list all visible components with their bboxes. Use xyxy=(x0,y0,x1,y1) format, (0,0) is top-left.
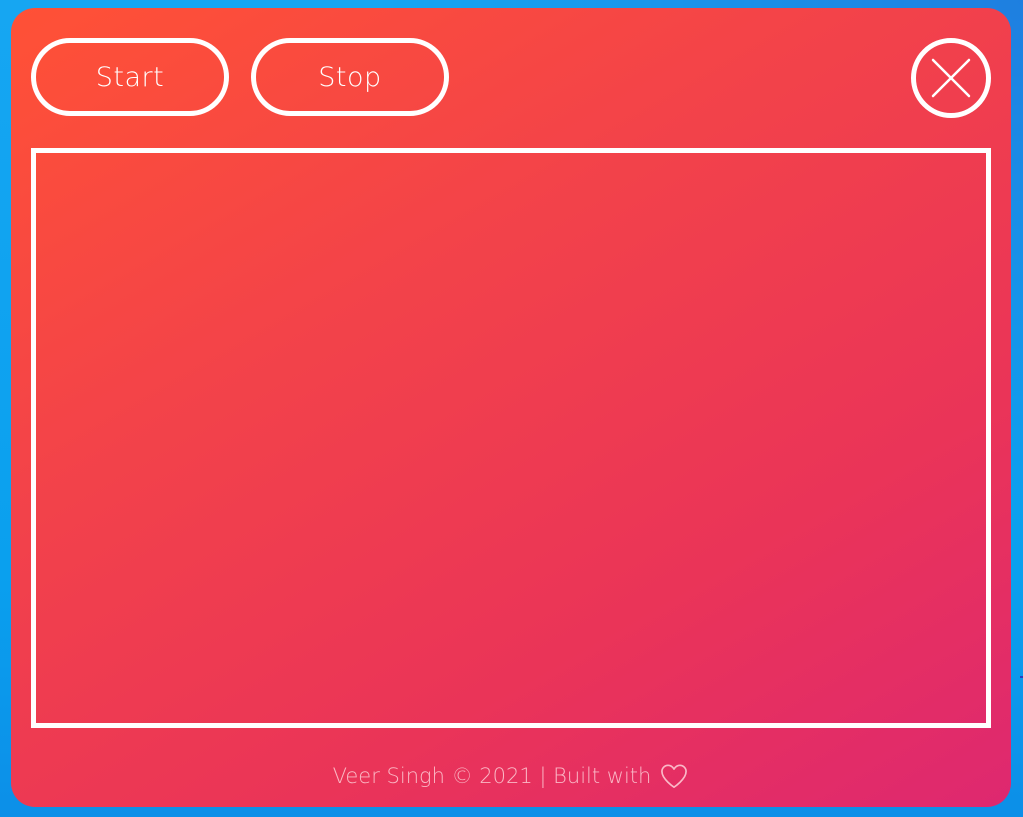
footer-credit: Veer Singh © 2021 | Built with xyxy=(332,764,652,788)
close-icon xyxy=(931,58,971,98)
footer: Veer Singh © 2021 | Built with xyxy=(11,758,1011,794)
content-canvas[interactable] xyxy=(31,148,991,728)
close-button[interactable] xyxy=(911,38,991,118)
stop-button[interactable]: Stop xyxy=(251,38,449,116)
heart-outline-icon xyxy=(661,764,688,788)
start-button[interactable]: Start xyxy=(31,38,229,116)
app-window: Start Stop Veer Singh © 2021 | Built wit… xyxy=(11,8,1011,807)
